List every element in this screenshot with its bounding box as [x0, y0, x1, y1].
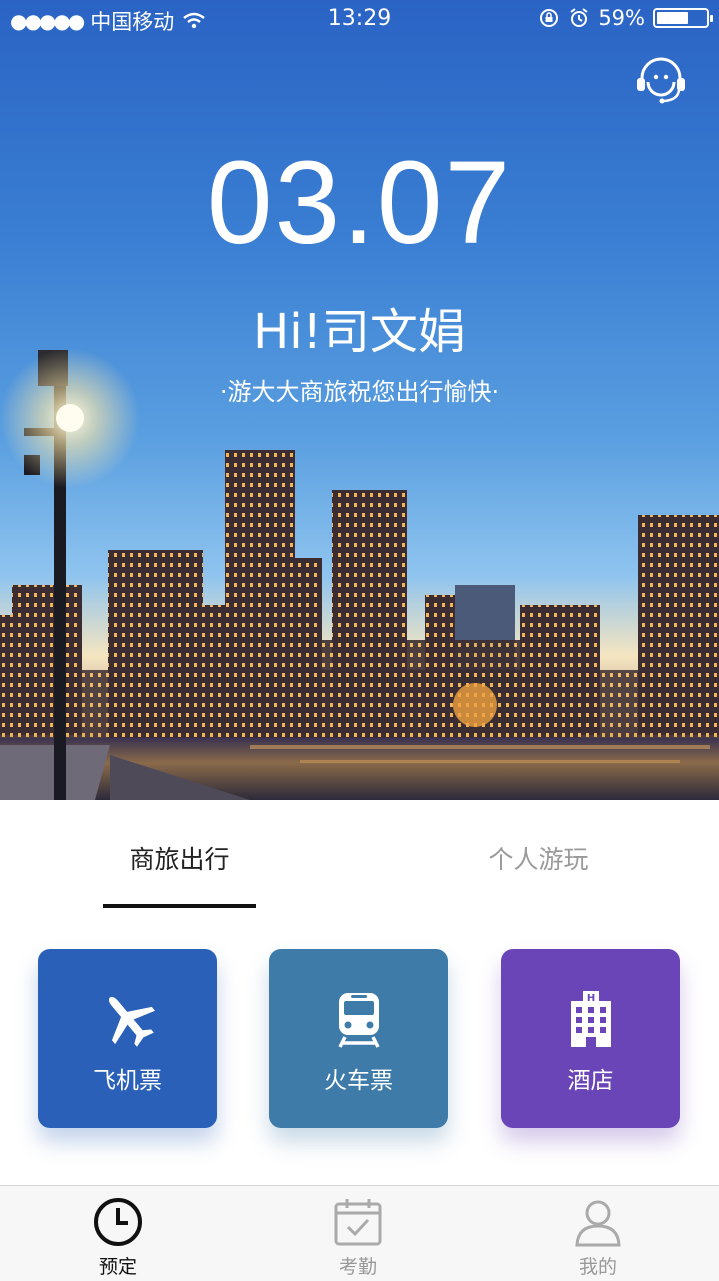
hero-banner: ●●●●● 中国移动 13:29 59% 03.07 Hi!司文娟 ·游大大商旅… [0, 0, 719, 800]
status-bar: ●●●●● 中国移动 13:29 59% [0, 0, 719, 40]
active-tab-indicator [103, 904, 256, 908]
clock-icon [94, 1198, 142, 1246]
current-date: 03.07 [206, 137, 513, 269]
bottom-tab-bar: 预定 考勤 我的 [0, 1185, 719, 1281]
hotel-button[interactable]: H 酒店 [501, 949, 680, 1128]
calendar-check-icon [334, 1199, 382, 1246]
flight-ticket-label: 飞机票 [93, 1068, 162, 1094]
tabbar-label-profile: 我的 [578, 1256, 617, 1278]
greeting-text: Hi!司文娟 [253, 304, 466, 360]
person-icon [575, 1200, 621, 1247]
customer-service-headset-icon[interactable] [634, 56, 688, 104]
battery-percent: 59% [598, 6, 645, 30]
svg-text:H: H [587, 993, 595, 1004]
hotel-icon: H [571, 991, 611, 1047]
slogan-text: ·游大大商旅祝您出行愉快· [219, 378, 500, 406]
rotation-lock-icon [540, 9, 559, 27]
tab-personal-leisure[interactable]: 个人游玩 [462, 840, 615, 876]
hotel-label: 酒店 [567, 1068, 614, 1094]
tabbar-label-attendance: 考勤 [338, 1256, 377, 1278]
tabbar-item-booking[interactable]: 预定 [58, 1196, 178, 1279]
tabbar-label-booking: 预定 [98, 1256, 137, 1278]
tabbar-item-profile[interactable]: 我的 [538, 1196, 658, 1279]
train-ticket-button[interactable]: 火车票 [269, 949, 448, 1128]
tab-business-travel[interactable]: 商旅出行 [103, 840, 256, 876]
tabbar-item-attendance[interactable]: 考勤 [298, 1196, 418, 1279]
train-icon [338, 993, 380, 1048]
category-tabs: 商旅出行 个人游玩 [0, 800, 719, 910]
battery-icon [653, 8, 713, 28]
alarm-icon [570, 8, 588, 27]
flight-ticket-button[interactable]: 飞机票 [38, 949, 217, 1128]
train-ticket-label: 火车票 [324, 1068, 393, 1094]
airplane-icon [108, 996, 155, 1047]
